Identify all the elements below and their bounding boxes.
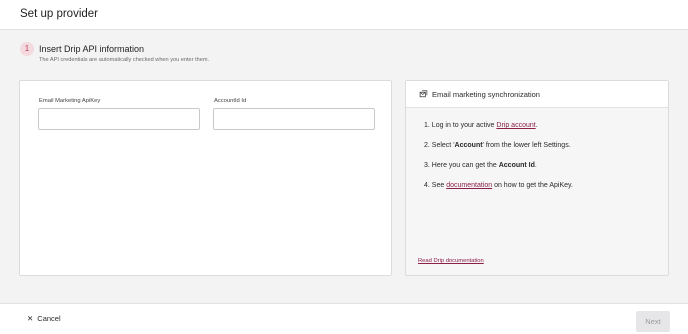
sync-info-card: Email marketing synchronization 1. Log i… — [405, 80, 669, 276]
instruction-text: See — [431, 182, 447, 189]
instruction-number: 3. — [424, 162, 430, 169]
sync-info-title: Email marketing synchronization — [432, 90, 540, 99]
instruction-number: 2. — [424, 142, 430, 149]
accountid-input[interactable] — [213, 108, 375, 130]
apikey-label: Email Marketing ApiKey — [39, 98, 101, 104]
instruction-bold: Account — [454, 142, 483, 149]
read-drip-documentation-link[interactable]: Read Drip documentation — [418, 258, 484, 264]
page-footer: ✕ Cancel Next — [0, 303, 688, 334]
instruction-2: 2. Select 'Account' from the lower left … — [424, 142, 571, 149]
instruction-4: 4. See documentation on how to get the A… — [424, 182, 573, 189]
sync-info-header: Email marketing synchronization — [406, 81, 668, 108]
page-title: Set up provider — [20, 8, 98, 20]
cancel-label: Cancel — [37, 314, 61, 323]
cancel-button[interactable]: ✕ Cancel — [27, 314, 61, 323]
instruction-text: Log in to your active — [431, 122, 497, 129]
documentation-link[interactable]: documentation — [446, 182, 492, 189]
instruction-text: . — [535, 122, 538, 129]
page-header: Set up provider — [0, 0, 688, 30]
instruction-number: 4. — [424, 182, 430, 189]
next-button[interactable]: Next — [636, 311, 670, 332]
instruction-text: Select ' — [431, 142, 455, 149]
close-icon: ✕ — [27, 314, 34, 323]
step-number-badge: 1 — [20, 42, 34, 56]
instruction-3: 3. Here you can get the Account Id. — [424, 162, 537, 169]
accountid-label: AccountId Id — [214, 98, 247, 104]
instruction-text: ' from the lower left Settings. — [482, 142, 571, 149]
instruction-1: 1. Log in to your active Drip account. — [424, 122, 538, 129]
step-title: Insert Drip API information — [39, 44, 145, 54]
instruction-bold: Account Id — [498, 162, 535, 169]
instruction-text: . — [534, 162, 537, 169]
instruction-text: Here you can get the — [431, 162, 499, 169]
instruction-text: on how to get the ApiKey. — [492, 182, 573, 189]
step-subtitle: The API credentials are automatically ch… — [39, 57, 210, 63]
mail-sync-icon — [419, 90, 428, 98]
credentials-form-card: Email Marketing ApiKey AccountId Id — [19, 80, 392, 276]
apikey-input[interactable] — [38, 108, 200, 130]
instruction-number: 1. — [424, 122, 430, 129]
drip-account-link[interactable]: Drip account — [496, 122, 535, 129]
